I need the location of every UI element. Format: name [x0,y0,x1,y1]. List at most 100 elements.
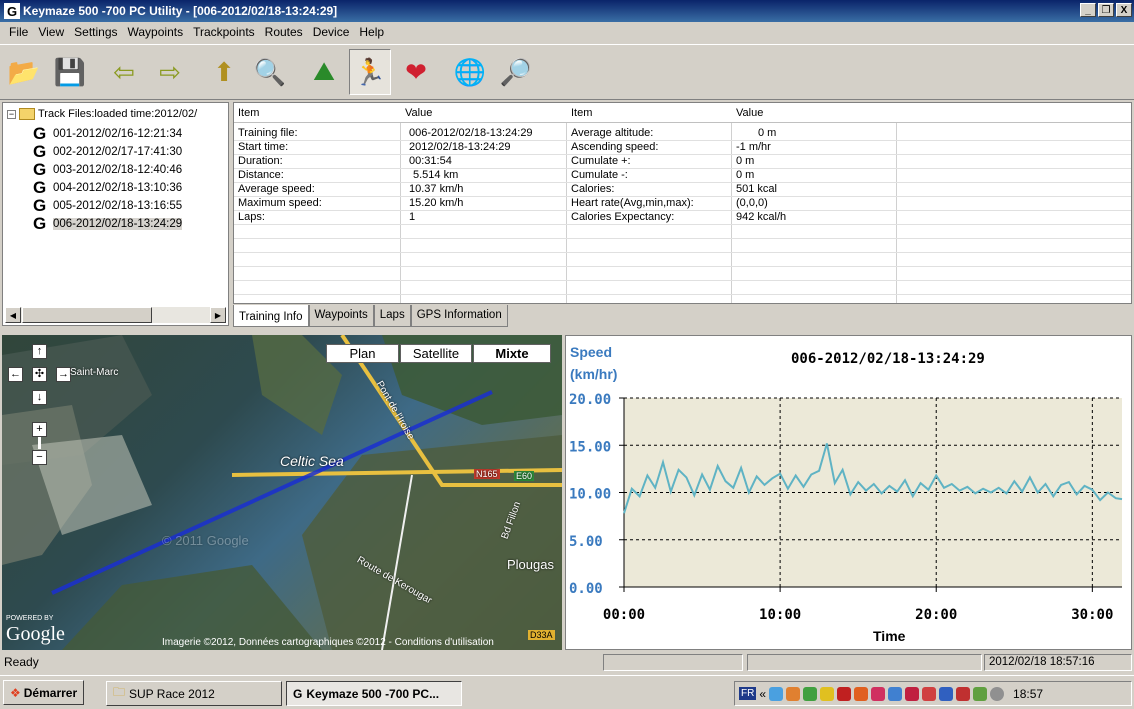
powered-by-label: POWERED BY [6,615,54,622]
row-value: 0 m [736,169,755,181]
menu-view[interactable]: View [33,25,69,39]
tab-waypoints[interactable]: Waypoints [308,305,374,327]
track-item[interactable]: G 004-2012/02/18-13:10:36 [33,178,182,197]
menu-settings[interactable]: Settings [69,25,122,39]
track-item[interactable]: G 003-2012/02/18-12:40:46 [33,160,182,179]
map-copyright[interactable]: Imagerie ©2012, Données cartographiques … [162,637,494,648]
upload-button[interactable]: ⬆ [203,49,245,95]
menu-trackpoints[interactable]: Trackpoints [188,25,260,39]
tray-expand-icon[interactable]: « [759,687,766,701]
menu-help[interactable]: Help [354,25,389,39]
header-item[interactable]: Item [234,103,401,123]
tray-clock[interactable]: 18:57 [1013,687,1043,701]
speed-chart-button[interactable]: 🏃 [349,49,391,95]
pan-right-icon[interactable]: → [56,367,71,382]
tree-root[interactable]: − Track Files:loaded time:2012/02/ [7,108,197,120]
chart-title: 006-2012/02/18-13:24:29 [791,351,985,367]
track-item[interactable]: G 005-2012/02/18-13:16:55 [33,196,182,215]
info-tabs: Training Info Waypoints Laps GPS Informa… [233,305,508,327]
header-item[interactable]: Item [567,103,732,123]
track-item[interactable]: G 002-2012/02/17-17:41:30 [33,142,182,161]
row-value: 10.37 km/h [409,183,464,195]
chart-ylabel-1: Speed [570,344,612,360]
pdf-icon[interactable] [837,686,852,701]
globe-button[interactable]: 🌐 [449,49,491,95]
import-icon: ⇦ [113,56,135,87]
scroll-right-icon[interactable]: ▶ [210,307,226,323]
restore-button[interactable]: ❐ [1098,3,1114,17]
alert-icon[interactable] [905,686,920,701]
device-icon[interactable] [973,686,988,701]
map-type-plan-button[interactable]: Plan [326,344,399,363]
tree-root-label: Track Files:loaded time:2012/02/ [38,108,198,120]
tab-laps[interactable]: Laps [373,305,411,327]
volume-muted-icon[interactable] [871,686,886,701]
keymaze-app-icon: G [293,686,303,701]
scroll-thumb[interactable] [22,307,152,323]
pan-up-icon[interactable]: ↑ [32,344,47,359]
display-icon[interactable] [888,686,903,701]
zoom-in-icon[interactable]: + [32,422,47,437]
app-icon[interactable]: G [4,3,20,19]
row-value: -1 m/hr [736,141,771,153]
zoom-slider-track[interactable] [38,437,41,449]
pan-down-icon[interactable]: ↓ [32,390,47,405]
import-button[interactable]: ⇦ [103,49,145,95]
minimize-button[interactable]: _ [1080,3,1096,17]
media-icon[interactable] [956,686,971,701]
header-value[interactable]: Value [401,103,567,123]
task-sup-race[interactable]: 🗀 SUP Race 2012 [106,681,282,706]
row-divider [234,224,1131,225]
menu-waypoints[interactable]: Waypoints [123,25,189,39]
update-icon[interactable] [786,686,801,701]
collapse-icon[interactable]: − [7,109,16,119]
tab-training-info[interactable]: Training Info [233,305,309,327]
globe-search-button[interactable]: 🔎 [495,49,537,95]
tree-horizontal-scrollbar[interactable]: ◀ ▶ [5,307,226,323]
start-button[interactable]: ❖ Démarrer [3,680,85,705]
language-indicator[interactable]: FR [739,687,757,700]
save-button[interactable]: 💾 [49,49,91,95]
clock-app-icon[interactable] [990,686,1005,701]
close-button[interactable]: X [1116,3,1132,17]
tab-gps-information[interactable]: GPS Information [410,305,508,327]
status-datetime: 2012/02/18 18:57:16 [984,654,1132,671]
google-logo[interactable]: Google [6,623,65,646]
export-icon: ⇨ [159,56,181,87]
track-files-tree[interactable]: − Track Files:loaded time:2012/02/ G 001-… [2,102,229,326]
task-label: Keymaze 500 -700 PC... [306,686,440,701]
shield-icon[interactable] [820,686,835,701]
heart-rate-button[interactable]: ❤ [395,49,437,95]
row-label: Cumulate -: [571,169,628,181]
task-keymaze[interactable]: G Keymaze 500 -700 PC... [286,681,462,706]
scroll-left-icon[interactable]: ◀ [5,307,21,323]
export-button[interactable]: ⇨ [149,49,191,95]
row-label: Training file: [238,127,298,139]
row-divider [234,168,1131,169]
pan-left-icon[interactable]: ← [8,367,23,382]
security-icon[interactable] [803,686,818,701]
row-value: 00:31:54 [409,155,452,167]
satellite-map[interactable]: Plan Satellite Mixte ↑ ← ✣ → ↓ + − Celti… [2,335,562,650]
altitude-chart-button[interactable]: ⛰ [303,49,345,95]
map-type-mixte-button[interactable]: Mixte [473,344,551,363]
delete-search-button[interactable]: 🔍 [249,49,291,95]
track-item[interactable]: G 001-2012/02/16-12:21:34 [33,124,182,143]
window-icon[interactable] [939,686,954,701]
network-icon[interactable] [769,686,784,701]
pan-center-icon[interactable]: ✣ [32,367,47,382]
upload-icon: ⬆ [213,56,235,87]
antivirus-icon[interactable] [854,686,869,701]
row-divider [234,280,1131,281]
globe-search-icon: 🔎 [499,56,533,87]
menu-routes[interactable]: Routes [260,25,308,39]
track-item-selected[interactable]: G 006-2012/02/18-13:24:29 [33,214,183,233]
tool-icon[interactable] [922,686,937,701]
open-button[interactable]: 📂 [3,49,45,95]
zoom-out-icon[interactable]: − [32,450,47,465]
menu-device[interactable]: Device [308,25,355,39]
map-type-satellite-button[interactable]: Satellite [400,344,472,363]
row-divider [234,210,1131,211]
menu-file[interactable]: File [4,25,33,39]
header-value[interactable]: Value [732,103,897,123]
